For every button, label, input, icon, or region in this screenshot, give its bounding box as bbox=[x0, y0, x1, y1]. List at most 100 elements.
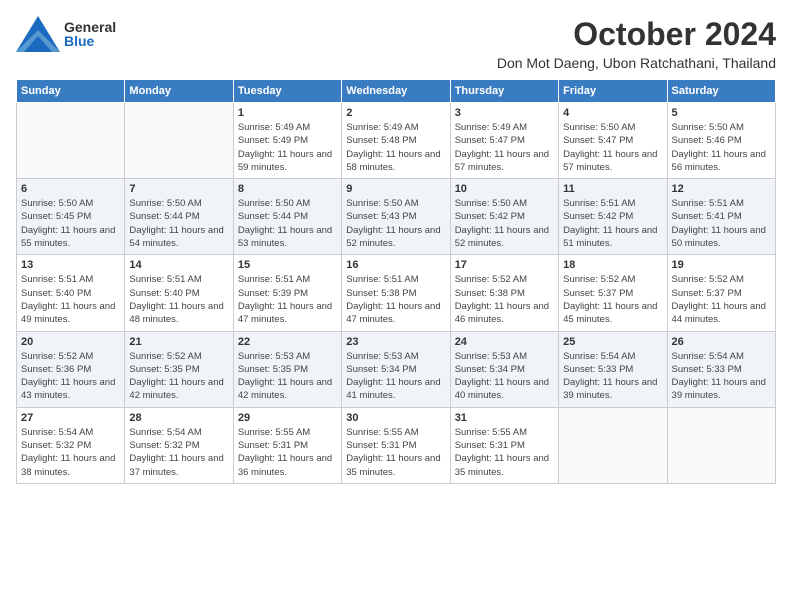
calendar-cell: 25Sunrise: 5:54 AMSunset: 5:33 PMDayligh… bbox=[559, 331, 667, 407]
day-info: Sunrise: 5:54 AMSunset: 5:32 PMDaylight:… bbox=[21, 426, 120, 479]
day-number: 12 bbox=[672, 183, 771, 195]
day-number: 2 bbox=[346, 107, 445, 119]
day-info: Sunrise: 5:53 AMSunset: 5:34 PMDaylight:… bbox=[346, 350, 445, 403]
col-wednesday: Wednesday bbox=[342, 80, 450, 103]
day-info: Sunrise: 5:52 AMSunset: 5:37 PMDaylight:… bbox=[563, 273, 662, 326]
day-info: Sunrise: 5:54 AMSunset: 5:33 PMDaylight:… bbox=[563, 350, 662, 403]
calendar-table: Sunday Monday Tuesday Wednesday Thursday… bbox=[16, 79, 776, 484]
logo-text: General Blue bbox=[64, 20, 116, 48]
calendar-cell: 28 Sunrise: 5:54 AMSunset: 5:32 PMDayligh… bbox=[125, 407, 233, 483]
day-number: 31 bbox=[455, 412, 554, 424]
month-title: October 2024 bbox=[497, 16, 776, 53]
logo-general-text: General bbox=[64, 20, 116, 34]
day-number: 30 bbox=[346, 412, 445, 424]
calendar-cell: 9 Sunrise: 5:50 AMSunset: 5:43 PMDaylight… bbox=[342, 179, 450, 255]
calendar-cell: 1 Sunrise: 5:49 AMSunset: 5:49 PMDaylight… bbox=[233, 103, 341, 179]
day-info: Sunrise: 5:52 AMSunset: 5:35 PMDaylight:… bbox=[129, 350, 228, 403]
calendar-cell: 26 Sunrise: 5:54 AMSunset: 5:33 PMDayligh… bbox=[667, 331, 775, 407]
day-info: Sunrise: 5:49 AMSunset: 5:47 PMDaylight:… bbox=[455, 121, 554, 174]
calendar-cell bbox=[667, 407, 775, 483]
day-info: Sunrise: 5:49 AMSunset: 5:49 PMDaylight:… bbox=[238, 121, 337, 174]
calendar-cell bbox=[559, 407, 667, 483]
logo-blue-text: Blue bbox=[64, 34, 116, 48]
day-info: Sunrise: 5:54 AMSunset: 5:32 PMDaylight:… bbox=[129, 426, 228, 479]
day-number: 27 bbox=[21, 412, 120, 424]
calendar-cell: 24 Sunrise: 5:53 AMSunset: 5:34 PMDayligh… bbox=[450, 331, 558, 407]
day-info: Sunrise: 5:50 AMSunset: 5:43 PMDaylight:… bbox=[346, 197, 445, 250]
calendar-cell: 23 Sunrise: 5:53 AMSunset: 5:34 PMDayligh… bbox=[342, 331, 450, 407]
logo: General Blue bbox=[16, 16, 116, 52]
calendar-cell: 11 Sunrise: 5:51 AMSunset: 5:42 PMDayligh… bbox=[559, 179, 667, 255]
calendar-cell: 21 Sunrise: 5:52 AMSunset: 5:35 PMDayligh… bbox=[125, 331, 233, 407]
day-number: 4 bbox=[563, 107, 662, 119]
day-info: Sunrise: 5:50 AMSunset: 5:45 PMDaylight:… bbox=[21, 197, 120, 250]
day-number: 15 bbox=[238, 259, 337, 271]
day-number: 16 bbox=[346, 259, 445, 271]
calendar-week-5: 27 Sunrise: 5:54 AMSunset: 5:32 PMDayligh… bbox=[17, 407, 776, 483]
day-info: Sunrise: 5:54 AMSunset: 5:33 PMDaylight:… bbox=[672, 350, 771, 403]
calendar-cell: 27 Sunrise: 5:54 AMSunset: 5:32 PMDayligh… bbox=[17, 407, 125, 483]
day-info: Sunrise: 5:49 AMSunset: 5:48 PMDaylight:… bbox=[346, 121, 445, 174]
calendar-cell: 17 Sunrise: 5:52 AMSunset: 5:38 PMDayligh… bbox=[450, 255, 558, 331]
day-info: Sunrise: 5:51 AMSunset: 5:42 PMDaylight:… bbox=[563, 197, 662, 250]
calendar-cell: 15Sunrise: 5:51 AMSunset: 5:39 PMDayligh… bbox=[233, 255, 341, 331]
day-info: Sunrise: 5:50 AMSunset: 5:47 PMDaylight:… bbox=[563, 121, 662, 174]
col-friday: Friday bbox=[559, 80, 667, 103]
day-number: 6 bbox=[21, 183, 120, 195]
day-info: Sunrise: 5:53 AMSunset: 5:34 PMDaylight:… bbox=[455, 350, 554, 403]
calendar-week-4: 20Sunrise: 5:52 AMSunset: 5:36 PMDayligh… bbox=[17, 331, 776, 407]
calendar-cell: 10 Sunrise: 5:50 AMSunset: 5:42 PMDayligh… bbox=[450, 179, 558, 255]
day-number: 17 bbox=[455, 259, 554, 271]
calendar-cell bbox=[17, 103, 125, 179]
location-title: Don Mot Daeng, Ubon Ratchathani, Thailan… bbox=[497, 55, 776, 71]
calendar-cell: 4 Sunrise: 5:50 AMSunset: 5:47 PMDaylight… bbox=[559, 103, 667, 179]
calendar-cell: 14Sunrise: 5:51 AMSunset: 5:40 PMDayligh… bbox=[125, 255, 233, 331]
day-info: Sunrise: 5:50 AMSunset: 5:46 PMDaylight:… bbox=[672, 121, 771, 174]
day-info: Sunrise: 5:53 AMSunset: 5:35 PMDaylight:… bbox=[238, 350, 337, 403]
calendar-cell: 12 Sunrise: 5:51 AMSunset: 5:41 PMDayligh… bbox=[667, 179, 775, 255]
col-tuesday: Tuesday bbox=[233, 80, 341, 103]
day-info: Sunrise: 5:55 AMSunset: 5:31 PMDaylight:… bbox=[346, 426, 445, 479]
day-info: Sunrise: 5:51 AMSunset: 5:41 PMDaylight:… bbox=[672, 197, 771, 250]
day-number: 8 bbox=[238, 183, 337, 195]
calendar-cell: 31 Sunrise: 5:55 AMSunset: 5:31 PMDayligh… bbox=[450, 407, 558, 483]
calendar-week-2: 6 Sunrise: 5:50 AMSunset: 5:45 PMDaylight… bbox=[17, 179, 776, 255]
day-info: Sunrise: 5:50 AMSunset: 5:44 PMDaylight:… bbox=[238, 197, 337, 250]
day-number: 29 bbox=[238, 412, 337, 424]
day-number: 7 bbox=[129, 183, 228, 195]
calendar-cell: 18 Sunrise: 5:52 AMSunset: 5:37 PMDayligh… bbox=[559, 255, 667, 331]
col-thursday: Thursday bbox=[450, 80, 558, 103]
day-info: Sunrise: 5:50 AMSunset: 5:44 PMDaylight:… bbox=[129, 197, 228, 250]
col-sunday: Sunday bbox=[17, 80, 125, 103]
calendar-cell bbox=[125, 103, 233, 179]
day-info: Sunrise: 5:52 AMSunset: 5:37 PMDaylight:… bbox=[672, 273, 771, 326]
day-number: 26 bbox=[672, 336, 771, 348]
day-number: 18 bbox=[563, 259, 662, 271]
day-number: 28 bbox=[129, 412, 228, 424]
calendar-cell: 13Sunrise: 5:51 AMSunset: 5:40 PMDayligh… bbox=[17, 255, 125, 331]
day-number: 14 bbox=[129, 259, 228, 271]
calendar-cell: 29Sunrise: 5:55 AMSunset: 5:31 PMDayligh… bbox=[233, 407, 341, 483]
day-number: 24 bbox=[455, 336, 554, 348]
day-number: 13 bbox=[21, 259, 120, 271]
day-number: 1 bbox=[238, 107, 337, 119]
calendar-header-row: Sunday Monday Tuesday Wednesday Thursday… bbox=[17, 80, 776, 103]
calendar-week-1: 1 Sunrise: 5:49 AMSunset: 5:49 PMDaylight… bbox=[17, 103, 776, 179]
day-number: 21 bbox=[129, 336, 228, 348]
day-info: Sunrise: 5:55 AMSunset: 5:31 PMDaylight:… bbox=[455, 426, 554, 479]
day-number: 10 bbox=[455, 183, 554, 195]
calendar-cell: 8 Sunrise: 5:50 AMSunset: 5:44 PMDaylight… bbox=[233, 179, 341, 255]
calendar-cell: 16Sunrise: 5:51 AMSunset: 5:38 PMDayligh… bbox=[342, 255, 450, 331]
day-info: Sunrise: 5:50 AMSunset: 5:42 PMDaylight:… bbox=[455, 197, 554, 250]
day-number: 23 bbox=[346, 336, 445, 348]
day-number: 3 bbox=[455, 107, 554, 119]
day-number: 22 bbox=[238, 336, 337, 348]
calendar-cell: 30 Sunrise: 5:55 AMSunset: 5:31 PMDayligh… bbox=[342, 407, 450, 483]
day-number: 9 bbox=[346, 183, 445, 195]
header: General Blue October 2024 Don Mot Daeng,… bbox=[16, 16, 776, 71]
day-info: Sunrise: 5:52 AMSunset: 5:38 PMDaylight:… bbox=[455, 273, 554, 326]
calendar-cell: 2 Sunrise: 5:49 AMSunset: 5:48 PMDaylight… bbox=[342, 103, 450, 179]
logo-icon bbox=[16, 16, 60, 52]
calendar-cell: 22 Sunrise: 5:53 AMSunset: 5:35 PMDayligh… bbox=[233, 331, 341, 407]
day-number: 11 bbox=[563, 183, 662, 195]
